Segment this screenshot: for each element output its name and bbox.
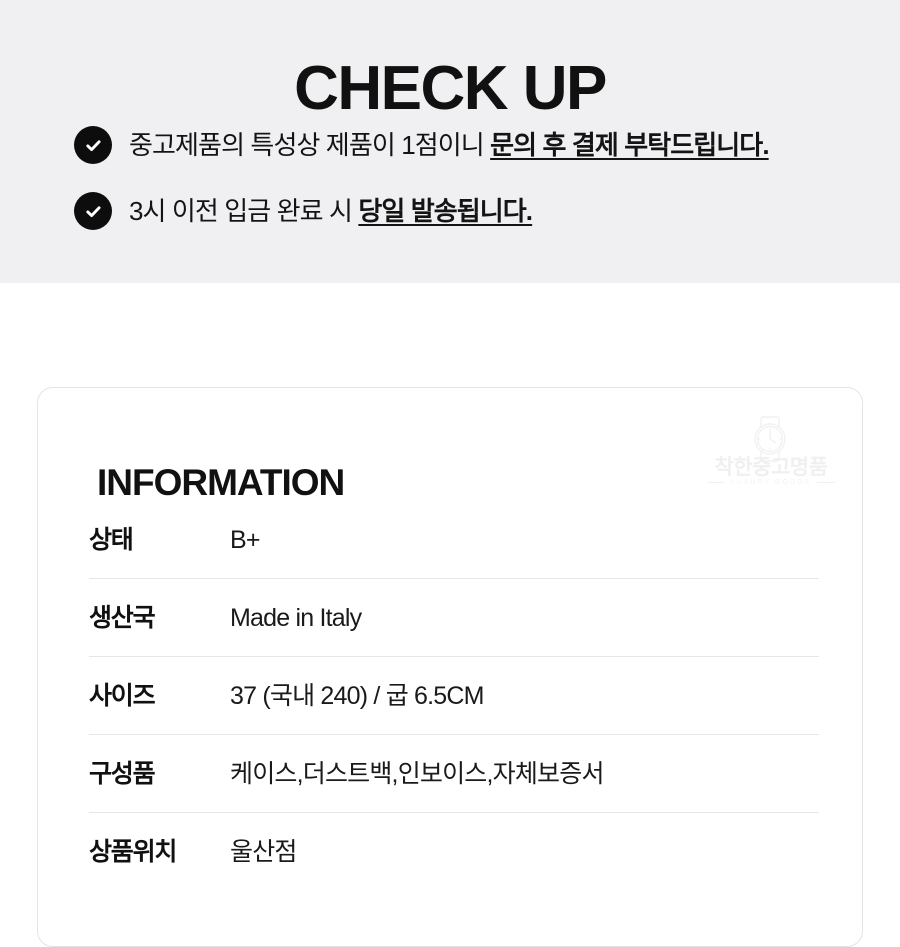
list-item: 중고제품의 특성상 제품이 1점이니 문의 후 결제 부탁드립니다. — [74, 112, 874, 178]
notice-text-emphasis: 당일 발송됩니다. — [358, 196, 533, 226]
checkup-notice-list: 중고제품의 특성상 제품이 1점이니 문의 후 결제 부탁드립니다. 3시 이전… — [74, 112, 874, 244]
information-title: INFORMATION — [97, 461, 345, 503]
notice-text-emphasis: 문의 후 결제 부탁드립니다. — [490, 130, 769, 160]
table-row: 구성품 케이스,더스트백,인보이스,자체보증서 — [89, 735, 819, 813]
row-value: 케이스,더스트백,인보이스,자체보증서 — [230, 759, 604, 788]
row-label: 사이즈 — [89, 681, 156, 710]
checkup-section: CHECK UP 중고제품의 특성상 제품이 1점이니 문의 후 결제 부탁드립… — [0, 0, 900, 283]
notice-text: 3시 이전 입금 완료 시 당일 발송됩니다. — [129, 194, 533, 228]
brand-watermark-logo: 착한중고명품 LUXURY GOODS — [705, 416, 837, 488]
row-value: Made in Italy — [230, 603, 362, 632]
row-value: 울산점 — [230, 837, 297, 866]
wristwatch-icon — [739, 416, 801, 462]
product-detail-page: CHECK UP 중고제품의 특성상 제품이 1점이니 문의 후 결제 부탁드립… — [0, 0, 900, 947]
check-circle-icon — [74, 126, 112, 164]
row-value: B+ — [230, 525, 260, 554]
table-row: 생산국 Made in Italy — [89, 579, 819, 657]
information-table: 상태 B+ 생산국 Made in Italy 사이즈 37 (국내 240) … — [89, 501, 819, 890]
notice-text-plain: 중고제품의 특성상 제품이 1점이니 — [129, 130, 491, 160]
row-label: 상태 — [89, 525, 134, 554]
notice-text-plain: 3시 이전 입금 완료 시 — [129, 196, 359, 226]
check-circle-icon — [74, 192, 112, 230]
information-card: INFORMATION 착한중고명품 LUXURY GOODS 상태 B+ 생산… — [37, 387, 863, 947]
row-label: 구성품 — [89, 759, 156, 788]
brand-tagline: LUXURY GOODS — [730, 479, 812, 486]
row-label: 상품위치 — [89, 837, 177, 866]
section-divider-gap — [0, 283, 900, 387]
logo-rule-left — [707, 482, 725, 483]
table-row: 상태 B+ — [89, 501, 819, 579]
notice-text: 중고제품의 특성상 제품이 1점이니 문의 후 결제 부탁드립니다. — [129, 128, 770, 162]
list-item: 3시 이전 입금 완료 시 당일 발송됩니다. — [74, 178, 874, 244]
logo-rule-right — [817, 482, 835, 483]
table-row: 상품위치 울산점 — [89, 813, 819, 890]
brand-name: 착한중고명품 — [714, 456, 828, 479]
row-label: 생산국 — [89, 603, 156, 632]
table-row: 사이즈 37 (국내 240) / 굽 6.5CM — [89, 657, 819, 735]
row-value: 37 (국내 240) / 굽 6.5CM — [230, 681, 484, 710]
